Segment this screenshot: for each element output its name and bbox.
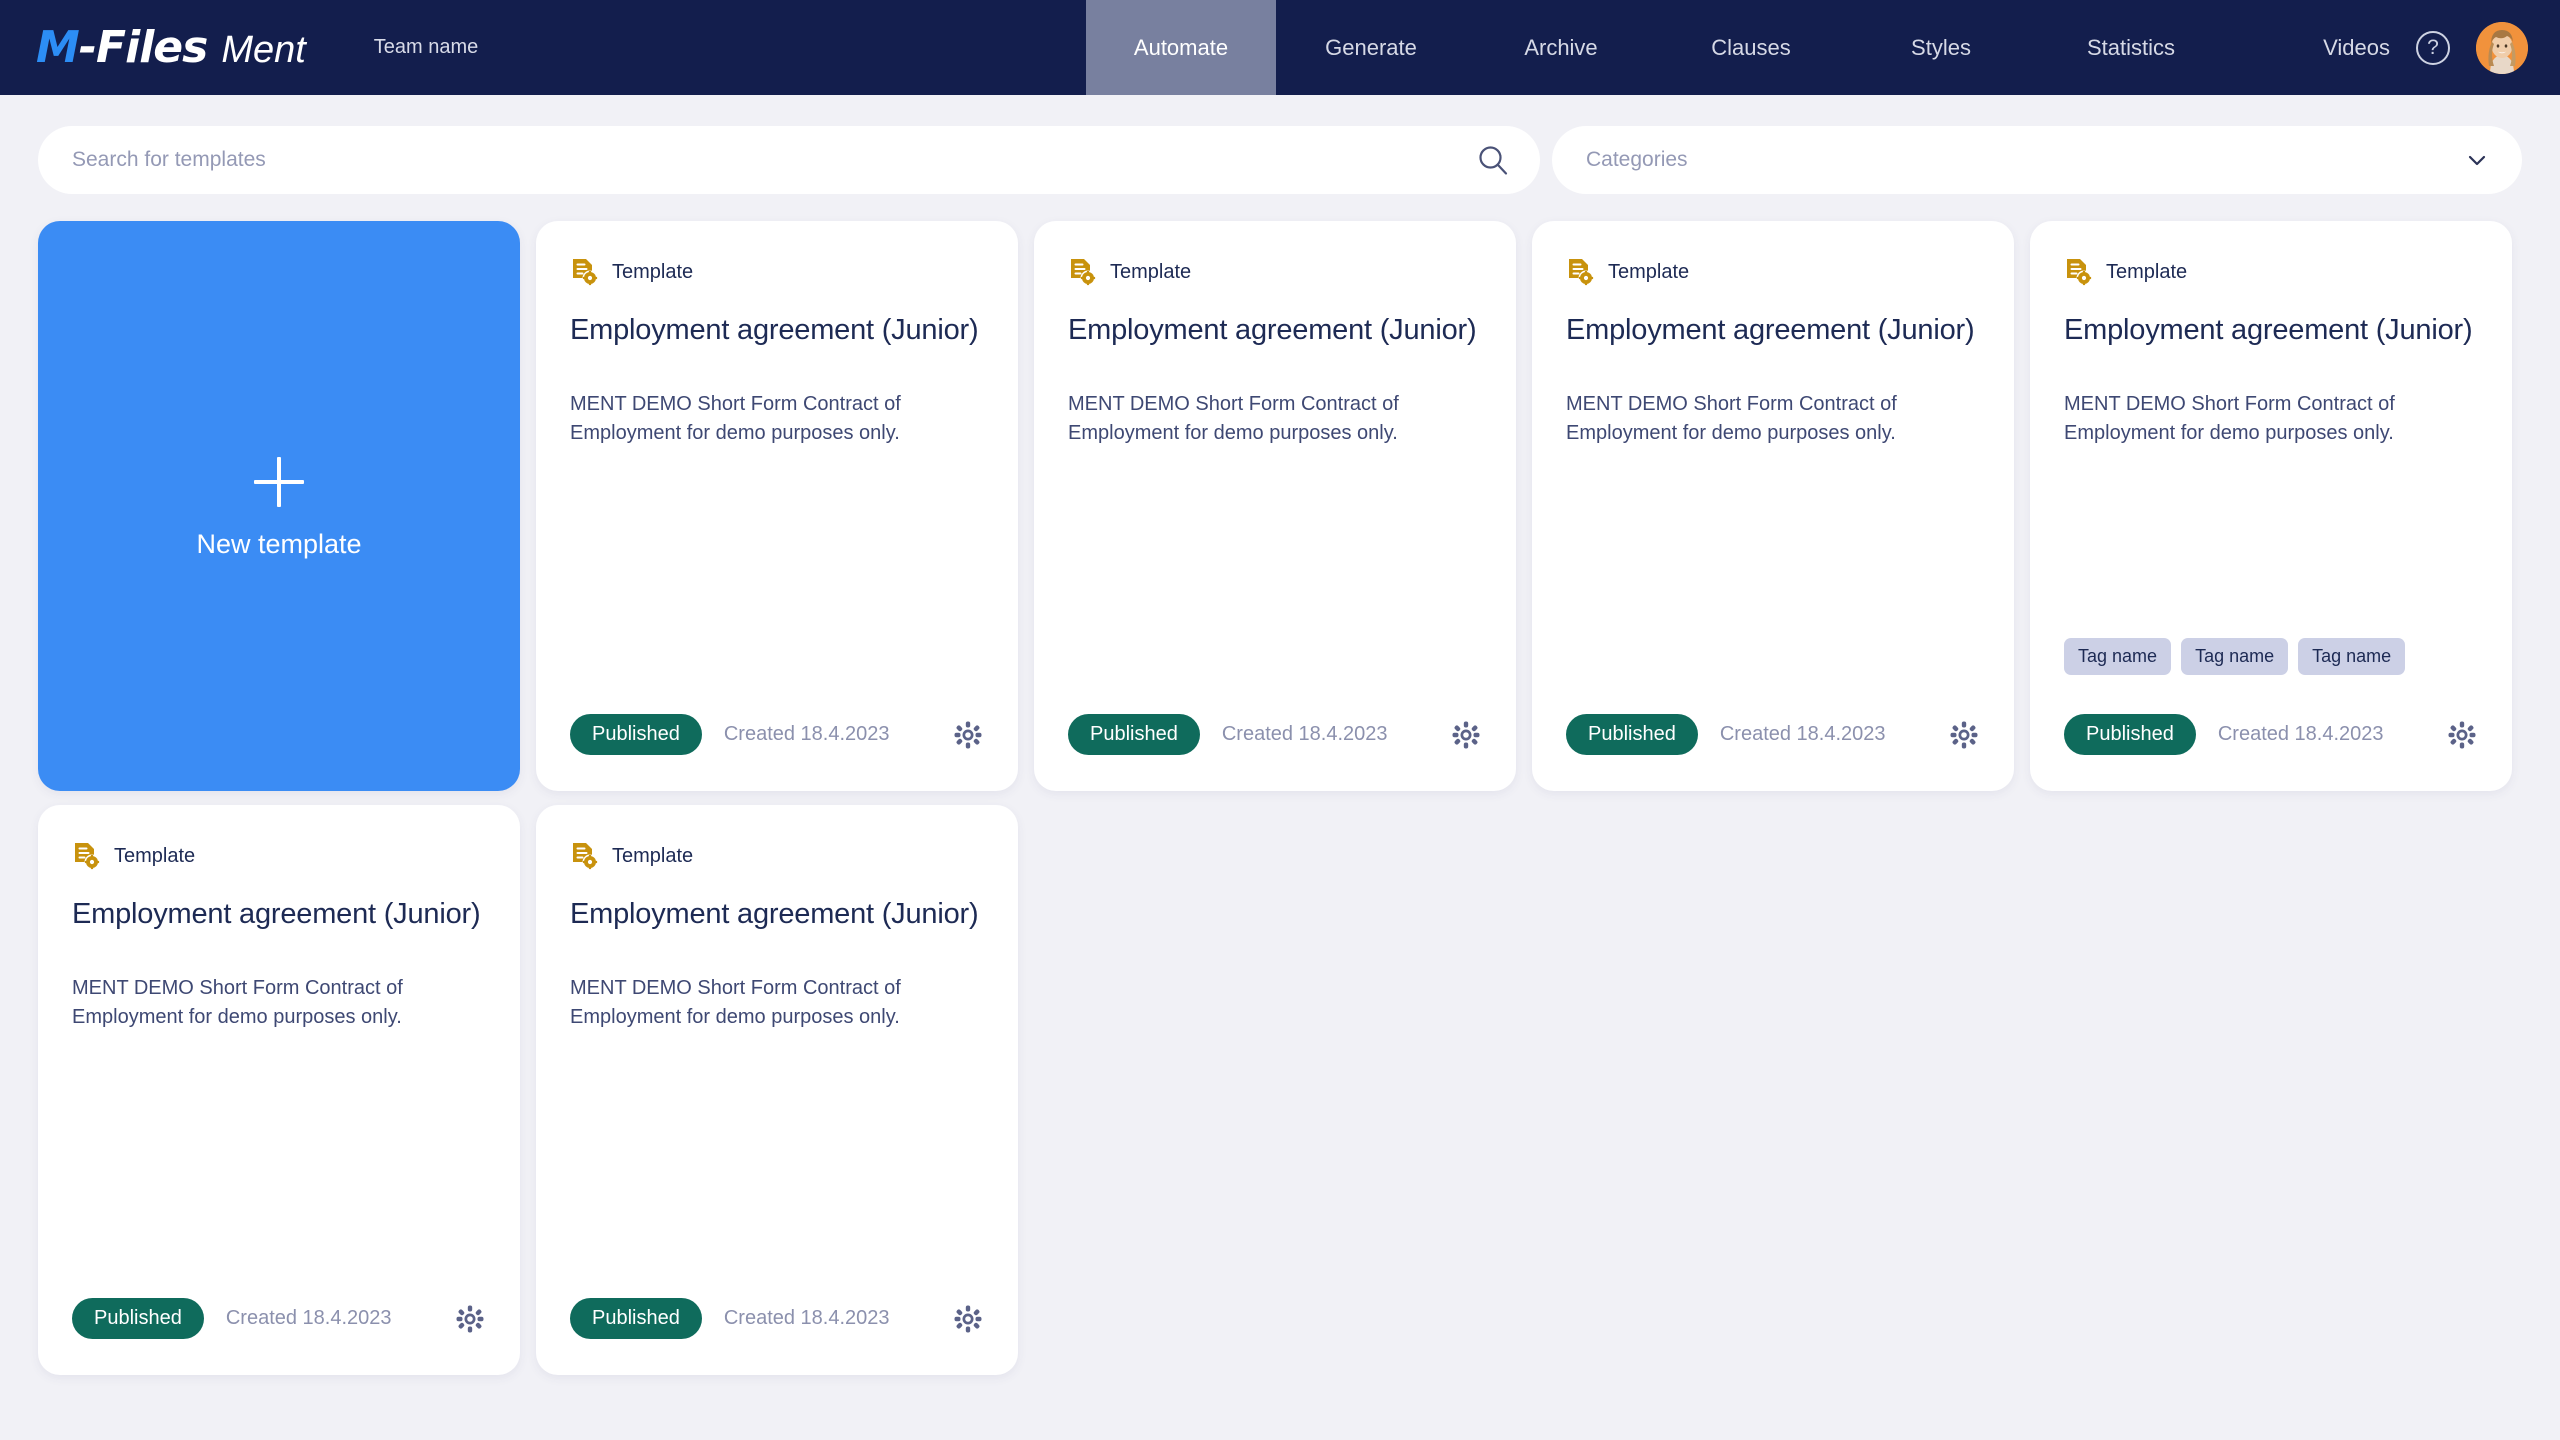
- created-date: Created 18.4.2023: [1221, 723, 1388, 745]
- card-type-label: Template: [612, 260, 694, 283]
- card-description: MENT DEMO Short Form Contract of Employm…: [570, 393, 901, 444]
- status-badge: Published: [1566, 714, 1698, 755]
- created-date: Created 18.4.2023: [723, 1307, 890, 1329]
- card-description: MENT DEMO Short Form Contract of Employm…: [2064, 393, 2395, 444]
- template-document-icon: [1569, 259, 1594, 286]
- card-title: Employment agreement (Junior): [1068, 314, 1477, 346]
- header-right-actions: Videos ?: [2323, 0, 2528, 95]
- card-description: MENT DEMO Short Form Contract of Employm…: [570, 977, 901, 1028]
- card-row: New template Template Employment agreeme…: [38, 221, 2530, 791]
- card-row: Template Employment agreement (Junior) M…: [38, 805, 2530, 1375]
- template-card[interactable]: Template Employment agreement (Junior) M…: [2030, 221, 2512, 791]
- search-filter-row: Categories: [38, 126, 2522, 194]
- tab-statistics[interactable]: Statistics: [2036, 0, 2226, 95]
- card-type-row: Template: [2064, 257, 2478, 287]
- tag-chip[interactable]: Tag name: [2298, 638, 2406, 675]
- card-description: MENT DEMO Short Form Contract of Employm…: [72, 977, 403, 1028]
- gear-icon[interactable]: [1948, 719, 1980, 751]
- tab-archive[interactable]: Archive: [1466, 0, 1656, 95]
- tag-list: Tag name Tag name Tag name: [2064, 638, 2406, 675]
- card-type-label: Template: [1608, 260, 1690, 283]
- card-footer: Published Created 18.4.2023: [1566, 714, 1980, 755]
- main-nav-tabs: Automate Generate Archive Clauses Styles…: [1086, 0, 2226, 95]
- search-input[interactable]: [72, 126, 1442, 194]
- card-title: Employment agreement (Junior): [570, 314, 979, 346]
- tag-chip[interactable]: Tag name: [2064, 638, 2172, 675]
- gear-icon[interactable]: [1450, 719, 1482, 751]
- gear-icon[interactable]: [2446, 719, 2478, 751]
- gear-icon[interactable]: [952, 719, 984, 751]
- logo-text-files: -Files: [78, 22, 209, 73]
- card-title: Employment agreement (Junior): [1566, 314, 1975, 346]
- card-footer: Published Created 18.4.2023: [72, 1298, 486, 1339]
- videos-link[interactable]: Videos: [2323, 35, 2390, 61]
- card-type-row: Template: [570, 257, 984, 287]
- categories-dropdown[interactable]: Categories: [1552, 126, 2522, 194]
- created-date: Created 18.4.2023: [225, 1307, 392, 1329]
- card-title: Employment agreement (Junior): [72, 898, 481, 930]
- avatar[interactable]: [2476, 21, 2528, 74]
- status-badge: Published: [1068, 714, 1200, 755]
- app-logo[interactable]: M -Files Ment: [36, 22, 306, 73]
- avatar-photo: [2476, 21, 2528, 74]
- top-navigation-bar: M -Files Ment Team name Automate Generate…: [0, 0, 2560, 95]
- created-date: Created 18.4.2023: [1719, 723, 1886, 745]
- template-card[interactable]: Template Employment agreement (Junior) M…: [536, 805, 1018, 1375]
- logo-product-name: Ment: [221, 29, 306, 71]
- created-date: Created 18.4.2023: [723, 723, 890, 745]
- template-card-grid: New template Template Employment agreeme…: [38, 221, 2530, 1389]
- template-card[interactable]: Template Employment agreement (Junior) M…: [1034, 221, 1516, 791]
- template-document-icon: [573, 843, 598, 870]
- card-type-row: Template: [570, 841, 984, 871]
- card-type-label: Template: [2106, 260, 2188, 283]
- help-icon[interactable]: ?: [2416, 30, 2450, 65]
- tab-generate[interactable]: Generate: [1276, 0, 1466, 95]
- template-card[interactable]: Template Employment agreement (Junior) M…: [38, 805, 520, 1375]
- tab-automate[interactable]: Automate: [1086, 0, 1276, 95]
- plus-icon: [250, 453, 308, 511]
- card-type-row: Template: [1566, 257, 1980, 287]
- tag-chip[interactable]: Tag name: [2181, 638, 2289, 675]
- card-type-label: Template: [114, 844, 196, 867]
- status-badge: Published: [570, 714, 702, 755]
- template-document-icon: [573, 259, 598, 286]
- tab-clauses[interactable]: Clauses: [1656, 0, 1846, 95]
- new-template-label: New template: [196, 528, 362, 559]
- chevron-down-icon[interactable]: [2464, 147, 2490, 173]
- card-footer: Published Created 18.4.2023: [570, 714, 984, 755]
- card-type-label: Template: [1110, 260, 1192, 283]
- logo-letter-m: M: [36, 22, 80, 73]
- tab-styles[interactable]: Styles: [1846, 0, 2036, 95]
- created-date: Created 18.4.2023: [2217, 723, 2384, 745]
- gear-icon[interactable]: [454, 1303, 486, 1335]
- card-description: MENT DEMO Short Form Contract of Employm…: [1566, 393, 1897, 444]
- categories-label: Categories: [1586, 148, 1688, 171]
- search-box[interactable]: [38, 126, 1540, 194]
- card-footer: Published Created 18.4.2023: [570, 1298, 984, 1339]
- status-badge: Published: [2064, 714, 2196, 755]
- team-name-label: Team name: [373, 36, 479, 58]
- new-template-card[interactable]: New template: [38, 221, 520, 791]
- card-title: Employment agreement (Junior): [570, 898, 979, 930]
- template-document-icon: [75, 843, 100, 870]
- status-badge: Published: [570, 1298, 702, 1339]
- card-footer: Published Created 18.4.2023: [2064, 714, 2478, 755]
- card-type-row: Template: [72, 841, 486, 871]
- template-document-icon: [1071, 259, 1096, 286]
- page-content-sheet: Categories New template: [0, 88, 2560, 1440]
- card-type-row: Template: [1068, 257, 1482, 287]
- search-icon[interactable]: [1474, 141, 1512, 179]
- template-card[interactable]: Template Employment agreement (Junior) M…: [536, 221, 1018, 791]
- card-footer: Published Created 18.4.2023: [1068, 714, 1482, 755]
- card-title: Employment agreement (Junior): [2064, 314, 2473, 346]
- card-type-label: Template: [612, 844, 694, 867]
- card-description: MENT DEMO Short Form Contract of Employm…: [1068, 393, 1399, 444]
- status-badge: Published: [72, 1298, 204, 1339]
- template-document-icon: [2067, 259, 2092, 286]
- template-card[interactable]: Template Employment agreement (Junior) M…: [1532, 221, 2014, 791]
- gear-icon[interactable]: [952, 1303, 984, 1335]
